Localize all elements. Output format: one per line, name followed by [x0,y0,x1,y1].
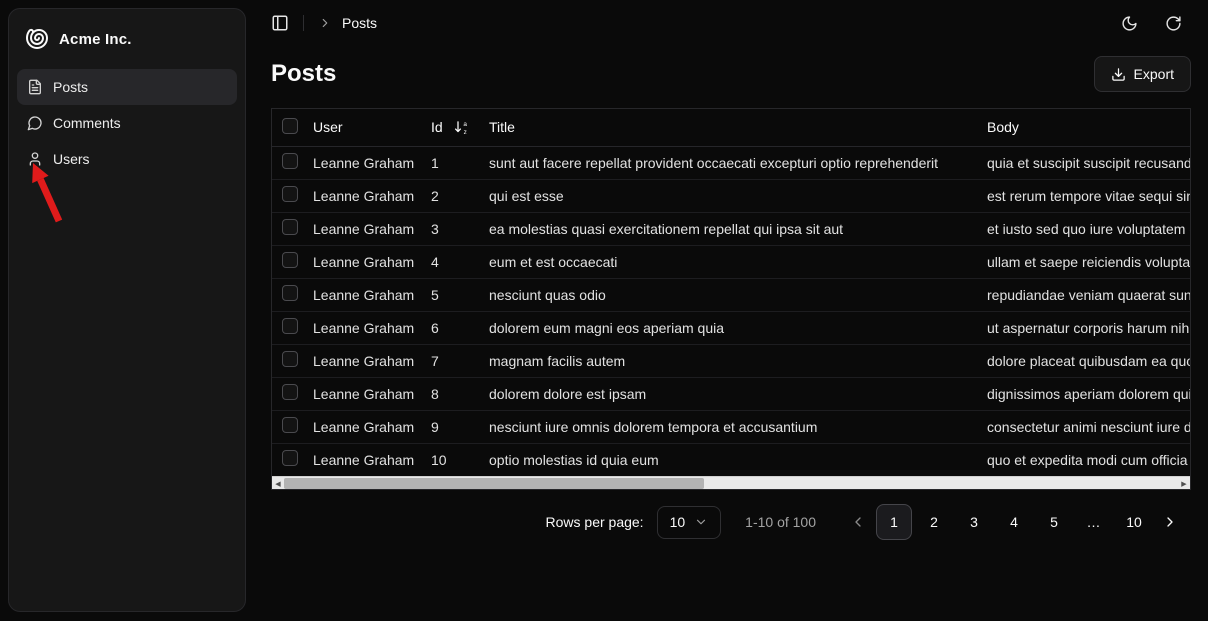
scroll-left-arrow-icon[interactable]: ◀ [272,477,284,490]
sidebar-item-posts[interactable]: Posts [17,69,237,105]
sidebar-item-label: Posts [53,79,88,95]
sidebar: Acme Inc. Posts Comments [8,8,246,612]
table-row: Leanne Graham5 nesciunt quas odiorepudia… [272,278,1190,311]
message-circle-icon [27,115,43,131]
row-checkbox[interactable] [282,252,298,268]
row-checkbox[interactable] [282,285,298,301]
sidebar-item-comments[interactable]: Comments [17,105,237,141]
moon-icon [1121,15,1138,32]
export-button[interactable]: Export [1094,56,1191,92]
row-checkbox[interactable] [282,450,298,466]
shell-spiral-icon [25,27,49,51]
table-row: Leanne Graham8 dolorem dolore est ipsamd… [272,377,1190,410]
page-range-label: 1-10 of 100 [745,514,816,530]
table-row: Leanne Graham7 magnam facilis autemdolor… [272,344,1190,377]
rows-per-page-select[interactable]: 10 [657,506,722,539]
row-checkbox[interactable] [282,351,298,367]
main-content: Posts Posts Export [246,0,1208,621]
previous-page-button[interactable] [840,504,876,540]
rows-per-page-label: Rows per page: [546,514,644,530]
row-checkbox[interactable] [282,384,298,400]
row-checkbox[interactable] [282,219,298,235]
file-text-icon [27,79,43,95]
table-row: Leanne Graham6 dolorem eum magni eos ape… [272,311,1190,344]
page-button-4[interactable]: 4 [996,504,1032,540]
chevron-right-icon [1162,514,1178,530]
horizontal-scrollbar[interactable]: ◀ ▶ [272,476,1190,489]
chevron-left-icon [850,514,866,530]
export-label: Export [1134,66,1174,82]
red-annotation-arrow [25,159,69,225]
chevron-right-icon [318,16,332,30]
chevron-down-icon [694,515,708,529]
row-checkbox[interactable] [282,318,298,334]
refresh-icon [1165,15,1182,32]
page-button-5[interactable]: 5 [1036,504,1072,540]
page-button-1[interactable]: 1 [876,504,912,540]
breadcrumb[interactable]: Posts [342,15,377,31]
topbar-divider [303,15,304,31]
panel-left-icon [271,14,289,32]
table-row: Leanne Graham1 sunt aut facere repellat … [272,146,1190,179]
page-button-2[interactable]: 2 [916,504,952,540]
next-page-button[interactable] [1152,504,1188,540]
pagination: Rows per page: 10 1-10 of 100 1 2 3 4 5 … [271,504,1188,540]
table-row: Leanne Graham4 eum et est occaecatiullam… [272,245,1190,278]
page-button-10[interactable]: 10 [1116,504,1152,540]
table-row: Leanne Graham9 nesciunt iure omnis dolor… [272,410,1190,443]
download-icon [1111,67,1126,82]
page-title: Posts [271,60,336,88]
column-header-body[interactable]: Body [987,109,1190,146]
table-row: Leanne Graham2 qui est esseest rerum tem… [272,179,1190,212]
arrow-down-a-z-icon: a z [454,120,470,135]
topbar: Posts [246,0,1208,46]
scrollbar-thumb[interactable] [284,478,704,489]
table-header-row: User Id a z Title Body [272,109,1190,146]
svg-text:z: z [463,129,466,135]
theme-toggle-button[interactable] [1121,15,1138,32]
posts-table: User Id a z Title Body [271,108,1191,490]
brand: Acme Inc. [9,9,245,65]
column-header-title[interactable]: Title [489,109,987,146]
column-header-user[interactable]: User [313,109,431,146]
page-button-3[interactable]: 3 [956,504,992,540]
brand-name: Acme Inc. [59,31,132,48]
select-all-checkbox[interactable] [282,118,298,134]
column-header-id[interactable]: Id a z [431,109,489,146]
pages-ellipsis: … [1076,514,1112,530]
scroll-right-arrow-icon[interactable]: ▶ [1178,477,1190,490]
svg-text:a: a [463,121,467,128]
table-row: Leanne Graham3 ea molestias quasi exerci… [272,212,1190,245]
row-checkbox[interactable] [282,186,298,202]
page-header: Posts Export [246,46,1208,92]
sidebar-item-label: Comments [53,115,121,131]
row-checkbox[interactable] [282,153,298,169]
refresh-button[interactable] [1165,15,1182,32]
sidebar-toggle-button[interactable] [271,14,289,32]
table-row: Leanne Graham10 optio molestias id quia … [272,443,1190,476]
row-checkbox[interactable] [282,417,298,433]
